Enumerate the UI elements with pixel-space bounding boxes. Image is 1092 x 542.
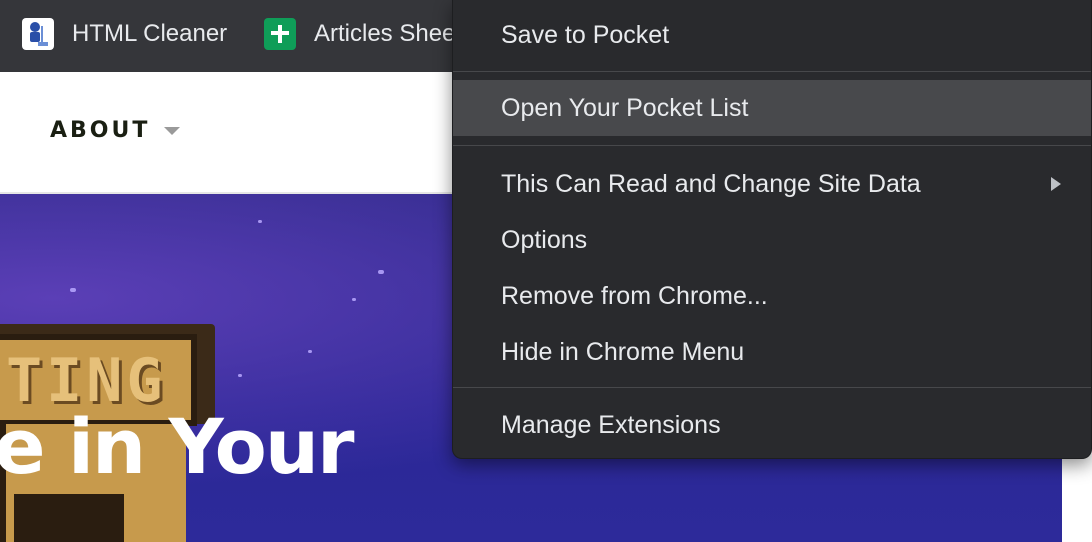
star-decoration xyxy=(308,350,312,353)
menu-item-label: Open Your Pocket List xyxy=(501,93,749,122)
bookmark-html-cleaner[interactable]: HTML Cleaner xyxy=(22,16,227,52)
menu-separator xyxy=(453,387,1091,388)
menu-separator xyxy=(453,71,1091,72)
star-decoration xyxy=(258,220,262,223)
pixel-block-opening xyxy=(14,494,124,542)
html-cleaner-icon xyxy=(22,18,54,50)
star-decoration xyxy=(238,374,242,377)
menu-item-label: Remove from Chrome... xyxy=(501,281,768,310)
google-sheets-icon xyxy=(264,18,296,50)
bookmark-articles-sheet[interactable]: Articles Shee xyxy=(264,16,455,52)
nav-about-menu[interactable]: ABOUT xyxy=(50,118,181,143)
menu-item-open-pocket-list[interactable]: Open Your Pocket List xyxy=(453,80,1091,136)
menu-item-label: Options xyxy=(501,225,588,254)
menu-item-label: This Can Read and Change Site Data xyxy=(501,169,921,198)
menu-item-label: Hide in Chrome Menu xyxy=(501,337,745,366)
star-decoration xyxy=(378,270,384,274)
menu-item-manage-extensions[interactable]: Manage Extensions xyxy=(453,397,1091,453)
caret-down-icon xyxy=(164,126,181,135)
menu-item-site-data[interactable]: This Can Read and Change Site Data xyxy=(453,156,1091,212)
menu-separator xyxy=(453,145,1091,146)
menu-item-label: Manage Extensions xyxy=(501,410,721,439)
menu-item-hide-in-chrome-menu[interactable]: Hide in Chrome Menu xyxy=(453,324,1091,380)
bookmark-label: Articles Shee xyxy=(314,20,456,47)
star-decoration xyxy=(352,298,356,301)
menu-item-options[interactable]: Options xyxy=(453,212,1091,268)
menu-item-remove-from-chrome[interactable]: Remove from Chrome... xyxy=(453,268,1091,324)
chevron-right-icon xyxy=(1051,177,1061,191)
hero-title: e in Your xyxy=(0,402,354,491)
menu-item-save-to-pocket[interactable]: Save to Pocket xyxy=(453,0,1091,70)
menu-item-label: Save to Pocket xyxy=(501,20,670,49)
bookmark-label: HTML Cleaner xyxy=(72,20,228,47)
extension-context-menu: Save to Pocket Open Your Pocket List Thi… xyxy=(452,0,1092,459)
nav-about-label: ABOUT xyxy=(50,118,151,143)
star-decoration xyxy=(70,288,76,292)
